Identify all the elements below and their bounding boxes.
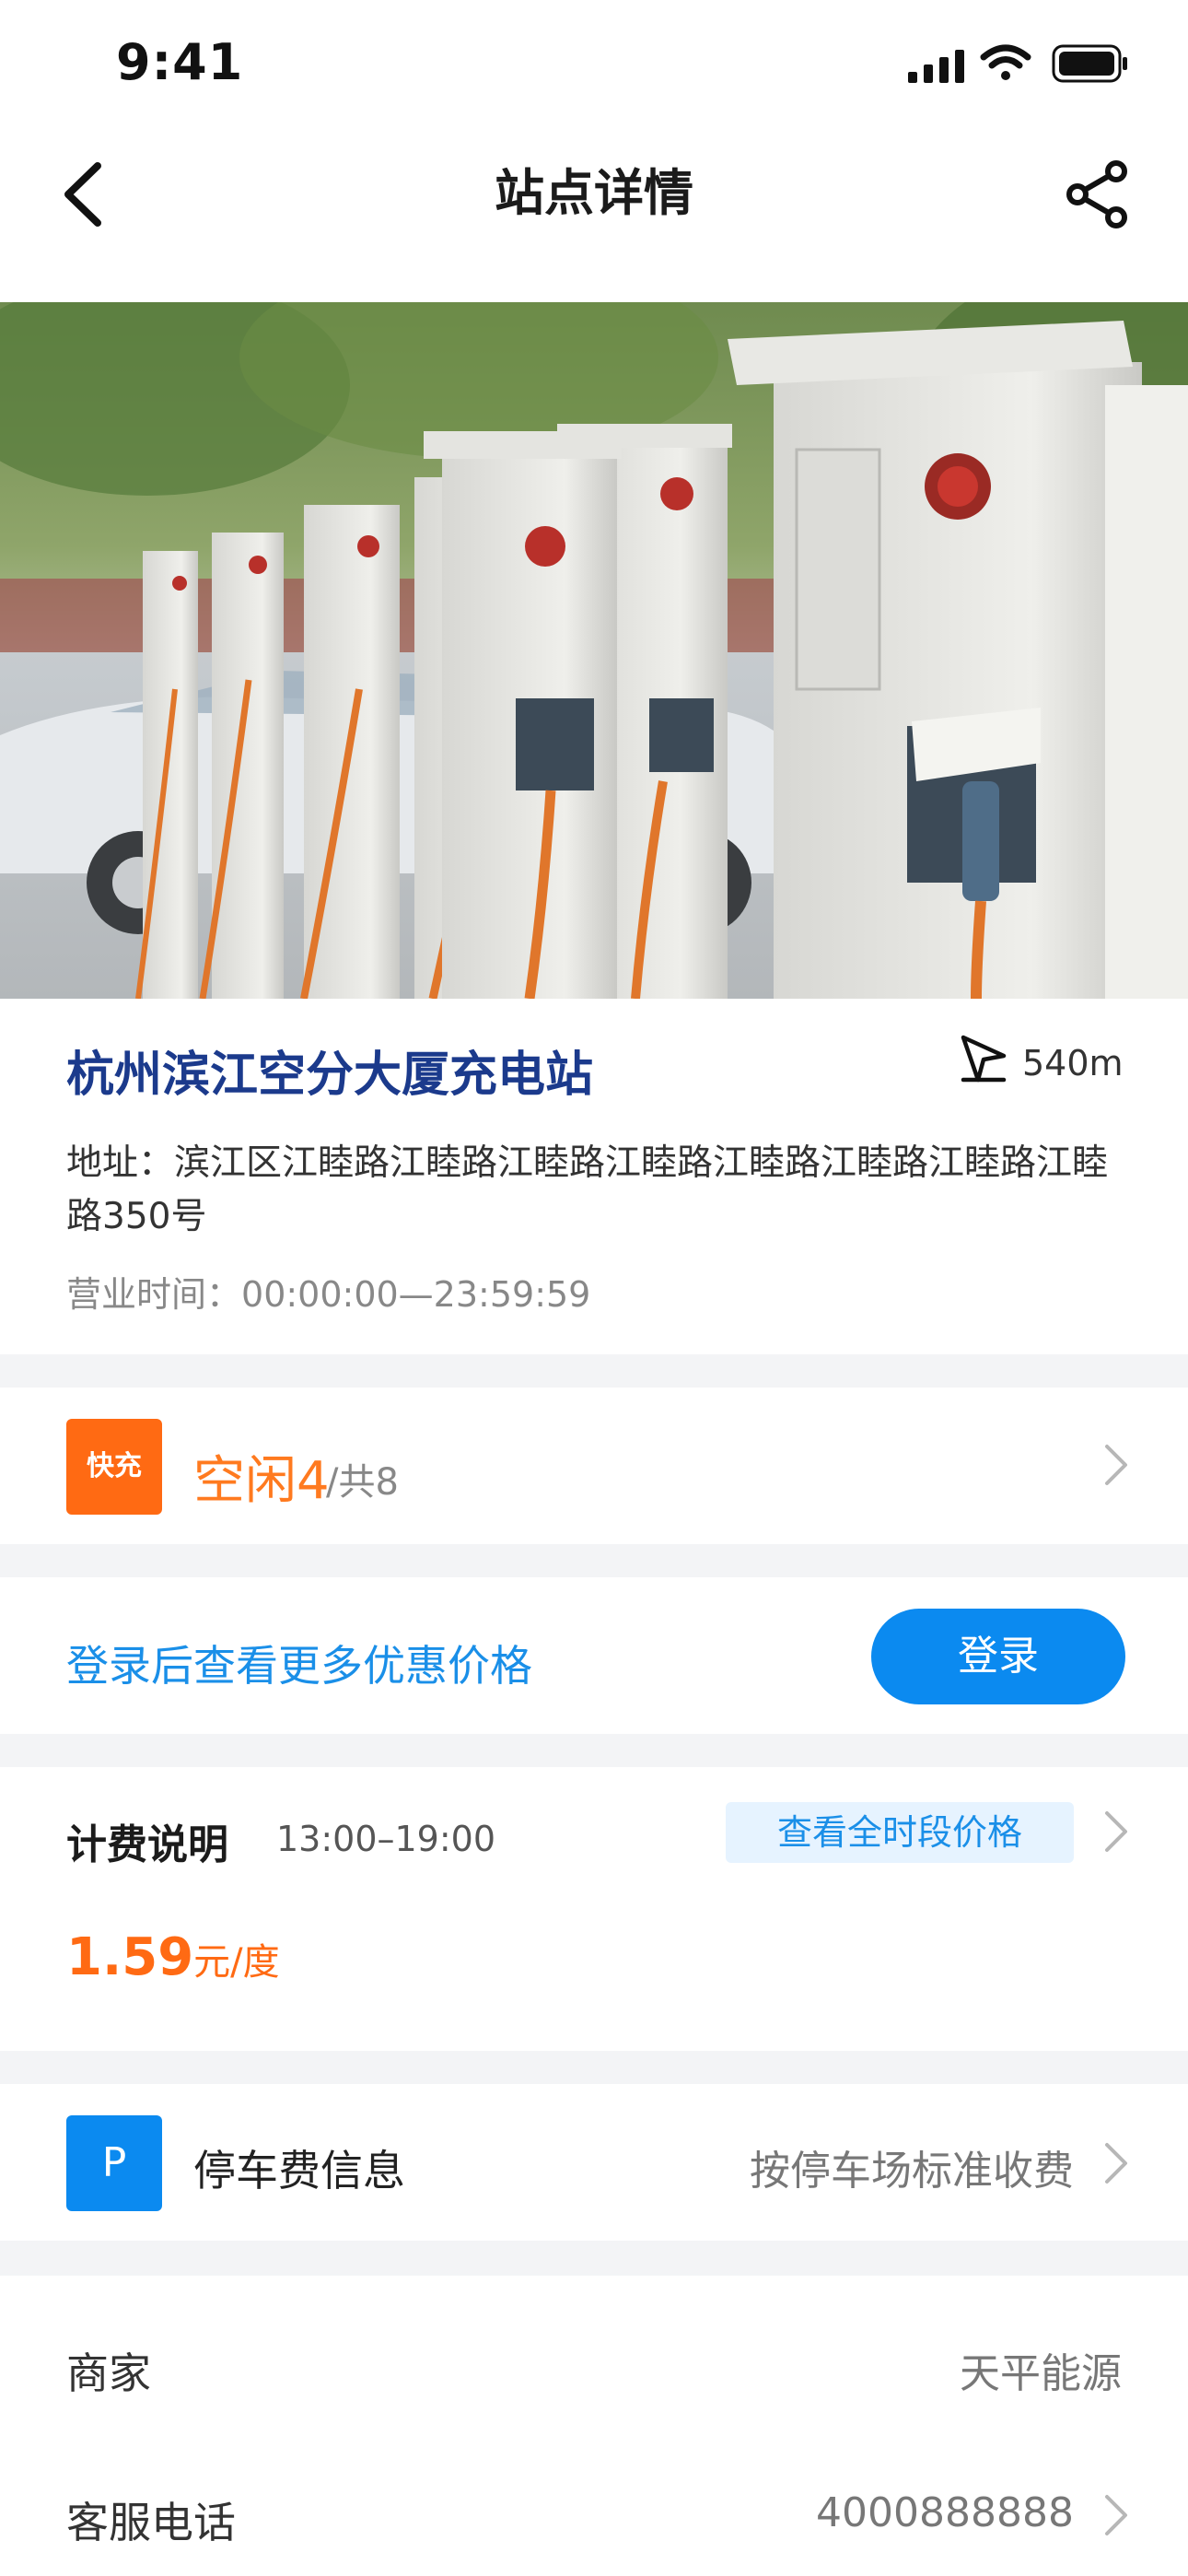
status-time: 9:41 [116,33,244,91]
station-address: 地址：滨江区江睦路江睦路江睦路江睦路江睦路江睦路江睦路江睦路350号 [66,1137,1135,1244]
fast-charge-row[interactable]: 快充 空闲4 /共8 [0,1388,1188,1544]
parking-fee-row[interactable]: P 停车费信息 按停车场标准收费 [0,2084,1188,2241]
wifi-icon [980,44,1031,80]
view-all-prices-button[interactable]: 查看全时段价格 [726,1802,1074,1863]
station-hero-image [0,302,1188,999]
station-detail-page: 9:41 站点详情 杭州滨江空分大厦充电站 540m 地址：滨江区江睦路江睦路江… [0,0,1188,2576]
pricing-time-range: 13:00–19:00 [276,1819,496,1859]
signal-icon [908,50,964,83]
hours-value: 00:00:00—23:59:59 [241,1274,591,1315]
merchant-label: 商家 [66,2348,151,2398]
nav-bar: 站点详情 [0,129,1188,302]
chevron-right-icon [1105,1445,1127,1485]
merchant-info-card: 商家 天平能源 客服电话 4000888888 [0,2276,1188,2576]
login-button[interactable]: 登录 [871,1609,1125,1704]
station-info-card: 杭州滨江空分大厦充电站 540m 地址：滨江区江睦路江睦路江睦路江睦路江睦路江睦… [0,999,1188,1354]
status-bar: 9:41 [0,0,1188,129]
chevron-right-icon [1105,2495,1127,2535]
price-unit: 元/度 [193,1941,280,1984]
address-label: 地址： [66,1142,175,1184]
business-hours: 营业时间：00:00:00—23:59:59 [66,1266,590,1317]
login-tip: 登录后查看更多优惠价格 [66,1641,532,1691]
hours-label: 营业时间： [66,1274,242,1315]
price-value: 1.59 [66,1927,194,1987]
station-distance: 540m [1022,1043,1124,1083]
pricing-title: 计费说明 [66,1821,228,1868]
page-title: 站点详情 [495,164,693,222]
service-phone-value[interactable]: 4000888888 [816,2489,1074,2536]
service-phone-label: 客服电话 [66,2498,236,2547]
chevron-right-icon [1105,2143,1127,2184]
fast-charge-badge: 快充 [66,1419,162,1515]
merchant-row: 商家 天平能源 [0,2276,1188,2423]
parking-badge: P [66,2115,162,2211]
pricing-card: 计费说明 13:00–19:00 查看全时段价格 1.59元/度 [0,1767,1188,2051]
current-price: 1.59元/度 [66,1927,280,1987]
chevron-right-icon[interactable] [1100,1808,1133,1856]
fast-charge-total: /共8 [326,1461,399,1504]
share-icon[interactable] [1059,155,1138,234]
address-value: 滨江区江睦路江睦路江睦路江睦路江睦路江睦路江睦路江睦路350号 [66,1142,1109,1237]
navigate-arrow-icon[interactable] [958,1032,1009,1083]
station-name: 杭州滨江空分大厦充电站 [66,1048,594,1103]
login-banner: 登录后查看更多优惠价格 登录 [0,1577,1188,1734]
parking-value: 按停车场标准收费 [750,2148,1074,2195]
battery-icon [1052,44,1127,83]
parking-title: 停车费信息 [193,2146,405,2195]
fast-charge-free: 空闲4 [193,1451,330,1511]
merchant-value: 天平能源 [960,2350,1122,2397]
service-phone-row[interactable]: 客服电话 4000888888 [0,2423,1188,2570]
